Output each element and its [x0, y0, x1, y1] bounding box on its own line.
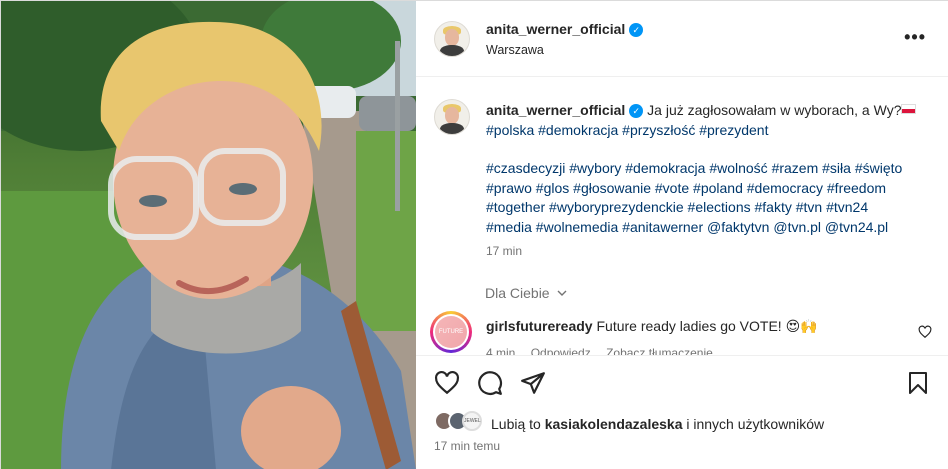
comment-reply-button[interactable]: Odpowiedz	[531, 346, 591, 355]
selfie-illustration	[1, 1, 416, 469]
share-icon[interactable]	[520, 370, 546, 396]
heart-icon[interactable]	[434, 370, 460, 396]
caption-tags-line[interactable]: #czasdecyzji #wybory #demokracja #wolnoś…	[486, 159, 936, 179]
commenter-avatar[interactable]: FUTURE READY	[430, 311, 472, 353]
author-username[interactable]: anita_werner_official ✓	[486, 21, 644, 37]
liker-avatar: JEWEL	[462, 411, 482, 431]
caption-tags-line[interactable]: #together #wyboryprezydenckie #elections…	[486, 198, 936, 218]
post-timestamp: 17 min temu	[434, 439, 501, 453]
post-photo[interactable]	[1, 1, 416, 469]
author-username-text[interactable]: anita_werner_official	[486, 21, 625, 37]
comment-translate-button[interactable]: Zobacz tłumaczenie	[606, 346, 713, 355]
author-avatar[interactable]	[434, 21, 470, 57]
comment-like-icon[interactable]	[918, 325, 932, 339]
comment-body: girlsfutureready Future ready ladies go …	[486, 318, 818, 335]
comments-filter-dropdown[interactable]: Dla Ciebie	[485, 285, 568, 301]
comment-time: 4 min	[486, 346, 516, 355]
comments-filter-label: Dla Ciebie	[485, 285, 550, 301]
bookmark-icon[interactable]	[906, 370, 930, 396]
post-location[interactable]: Warszawa	[486, 43, 544, 57]
likes-user[interactable]: kasiakolendazaleska	[545, 416, 683, 432]
caption-tags-line[interactable]: #polska #demokracja #przyszłość #prezyde…	[486, 121, 936, 141]
caption-time: 17 min	[486, 244, 523, 258]
action-bar: JEWEL Lubią to kasiakolendazaleska i inn…	[416, 355, 948, 469]
comment-meta: 4 min Odpowiedz Zobacz tłumaczenie	[486, 346, 725, 355]
caption-tags-line[interactable]: #prawo #glos #głosowanie #vote #poland #…	[486, 179, 936, 199]
caption-text: Ja już zagłosowałam w wyborach, a Wy?	[647, 102, 902, 118]
caption-author-avatar[interactable]	[434, 99, 470, 135]
post-header: anita_werner_official ✓ Warszawa •••	[416, 1, 948, 77]
likes-prefix: Lubią to	[491, 416, 541, 432]
post-caption: anita_werner_official ✓ Ja już zagłosował…	[486, 101, 936, 237]
post-modal: anita_werner_official ✓ Warszawa ••• anit…	[0, 0, 948, 469]
comment-item: FUTURE READY girlsfutureready Future rea…	[416, 309, 948, 355]
more-icon[interactable]: •••	[904, 27, 926, 48]
caption-username[interactable]: anita_werner_official	[486, 102, 625, 118]
verified-icon: ✓	[629, 23, 644, 37]
comment-username[interactable]: girlsfutureready	[486, 318, 593, 334]
post-sidebar: anita_werner_official ✓ Warszawa ••• anit…	[416, 1, 948, 469]
caption-tags-line[interactable]: #media #wolnemedia #anitawerner @faktytv…	[486, 218, 936, 238]
chevron-down-icon	[557, 290, 567, 296]
comment-icon[interactable]	[477, 370, 503, 396]
comment-text: Future ready ladies go VOTE! 😍🙌	[596, 318, 818, 334]
verified-icon: ✓	[629, 104, 644, 118]
likes-summary[interactable]: Lubią to kasiakolendazaleska i innych uż…	[491, 416, 824, 432]
poland-flag-icon	[901, 104, 917, 114]
likes-suffix[interactable]: i innych użytkowników	[686, 416, 824, 432]
commenter-avatar-image: FUTURE READY	[435, 316, 467, 348]
